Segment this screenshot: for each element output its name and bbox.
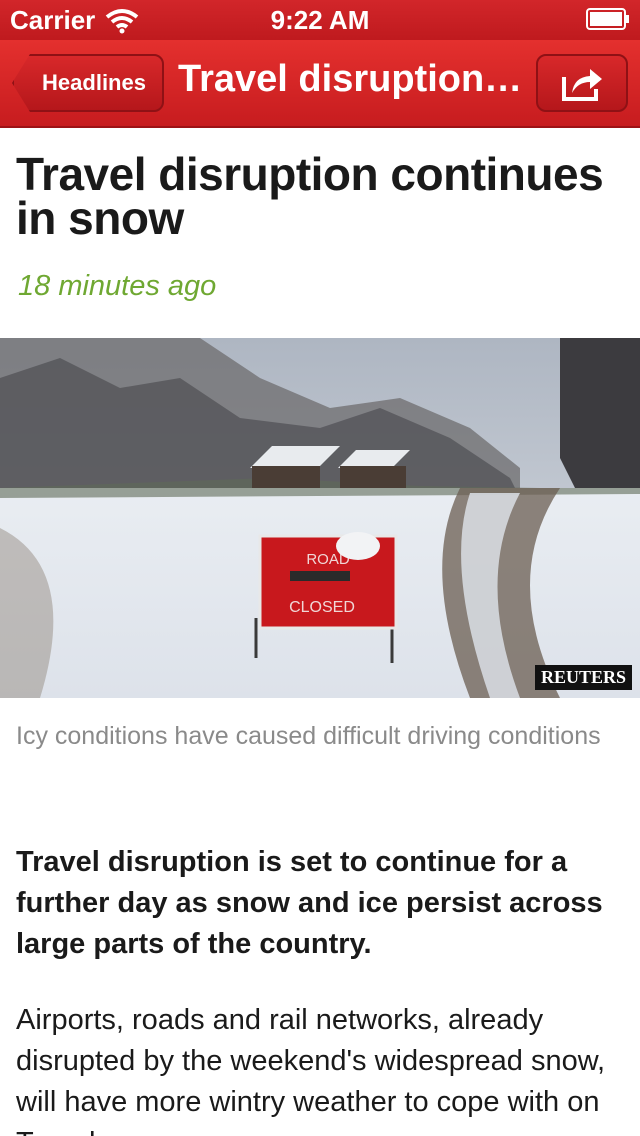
share-icon — [562, 69, 602, 101]
nav-title: Travel disruption continues in snow — [178, 58, 523, 100]
article-timestamp: 18 minutes ago — [18, 270, 217, 302]
navigation-bar: Headlines Travel disruption continues in… — [0, 40, 640, 128]
share-button[interactable] — [536, 54, 628, 112]
article-photo: ROAD CLOSED REUTERS — [0, 338, 640, 698]
article-headline: Travel disruption continues in snow — [16, 148, 604, 244]
battery-icon — [586, 8, 629, 30]
back-button[interactable]: Headlines — [12, 54, 164, 112]
article-lead: Travel disruption is set to continue for… — [16, 846, 603, 960]
photo-caption: Icy conditions have caused difficult dri… — [16, 722, 601, 750]
snow-scene-illustration: ROAD CLOSED — [0, 338, 640, 698]
sign-text-closed: CLOSED — [289, 599, 355, 616]
back-button-label: Headlines — [42, 70, 146, 95]
status-bar: Carrier 9:22 AM — [0, 0, 640, 40]
photo-credit: REUTERS — [534, 665, 632, 690]
status-time: 9:22 AM — [270, 5, 370, 35]
article-body: Airports, roads and rail networks, alrea… — [16, 1004, 606, 1136]
